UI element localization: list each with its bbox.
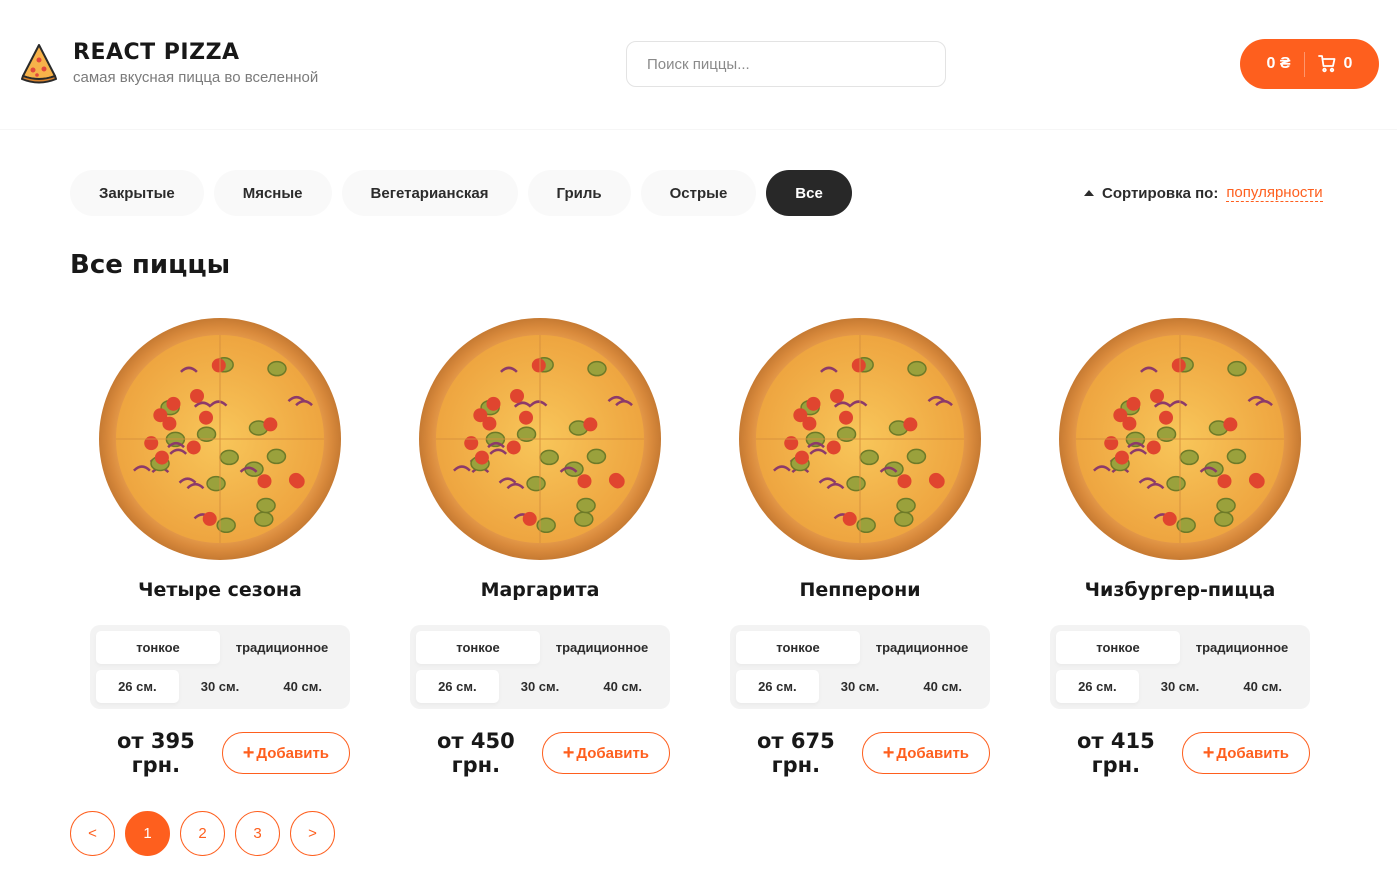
category-closed[interactable]: Закрытые bbox=[70, 170, 204, 216]
pizza-title: Чизбургер-пицца bbox=[1084, 579, 1276, 601]
pizza-options: тонкое традиционное 26 см. 30 см. 40 см. bbox=[410, 625, 670, 709]
pizza-card: Четыре сезона тонкое традиционное 26 см. 3… bbox=[90, 315, 350, 777]
dough-type-option[interactable]: тонкое bbox=[416, 631, 540, 664]
category-all[interactable]: Все bbox=[766, 170, 852, 216]
page-2[interactable]: 2 bbox=[180, 811, 225, 856]
pizza-price: от 675 грн. bbox=[756, 729, 835, 777]
search-input[interactable]: Поиск пиццы... bbox=[626, 41, 946, 87]
header: REACT PIZZA самая вкусная пицца во вселе… bbox=[0, 0, 1397, 130]
category-vegetarian[interactable]: Вегетарианская bbox=[341, 170, 518, 216]
pizza-title: Маргарита bbox=[480, 579, 600, 601]
pizza-options: тонкое традиционное 26 см. 30 см. 40 см. bbox=[730, 625, 990, 709]
size-option[interactable]: 26 см. bbox=[96, 670, 179, 703]
size-option[interactable]: 40 см. bbox=[901, 670, 984, 703]
sort-value[interactable]: популярности bbox=[1226, 184, 1323, 202]
sort-label: Сортировка по: bbox=[1102, 184, 1219, 202]
categories: Закрытые Мясные Вегетарианская Гриль Ост… bbox=[70, 170, 862, 216]
pizza-image bbox=[99, 318, 341, 560]
size-option[interactable]: 30 см. bbox=[1139, 670, 1222, 703]
page-1[interactable]: 1 bbox=[125, 811, 170, 856]
dough-type-option[interactable]: традиционное bbox=[540, 631, 664, 664]
size-option[interactable]: 40 см. bbox=[261, 670, 344, 703]
category-spicy[interactable]: Острые bbox=[640, 170, 757, 216]
dough-type-option[interactable]: тонкое bbox=[1056, 631, 1180, 664]
size-option[interactable]: 26 см. bbox=[416, 670, 499, 703]
plus-icon: + bbox=[882, 741, 895, 764]
size-option[interactable]: 40 см. bbox=[1221, 670, 1304, 703]
sort-arrow-icon bbox=[1084, 190, 1094, 196]
pizza-title: Пепперони bbox=[799, 579, 921, 601]
add-to-cart-button[interactable]: + Добавить bbox=[541, 732, 670, 774]
add-to-cart-label: Добавить bbox=[576, 744, 650, 762]
cart-divider bbox=[1303, 51, 1305, 77]
cart-icon bbox=[1317, 55, 1335, 73]
dough-type-option[interactable]: тонкое bbox=[96, 631, 220, 664]
dough-type-option[interactable]: традиционное bbox=[1180, 631, 1304, 664]
size-option[interactable]: 26 см. bbox=[736, 670, 819, 703]
pagination: < 1 2 3 > bbox=[70, 811, 345, 856]
pizza-price: от 395 грн. bbox=[116, 729, 195, 777]
sort: Сортировка по: популярности bbox=[1084, 184, 1323, 202]
pizza-card: Маргарита тонкое традиционное 26 см. 30 см… bbox=[410, 315, 670, 777]
pizza-title: Четыре сезона bbox=[138, 579, 302, 601]
cart-price: 0 ₴ bbox=[1266, 55, 1291, 72]
cart-count: 0 bbox=[1343, 55, 1353, 72]
page-3[interactable]: 3 bbox=[235, 811, 280, 856]
add-to-cart-button[interactable]: + Добавить bbox=[861, 732, 990, 774]
category-meat[interactable]: Мясные bbox=[213, 170, 332, 216]
page-next[interactable]: > bbox=[290, 811, 335, 856]
size-option[interactable]: 26 см. bbox=[1056, 670, 1139, 703]
pizza-options: тонкое традиционное 26 см. 30 см. 40 см. bbox=[1050, 625, 1310, 709]
logo[interactable]: REACT PIZZA самая вкусная пицца во вселе… bbox=[20, 40, 318, 86]
pizza-price: от 415 грн. bbox=[1076, 729, 1155, 777]
pizza-image bbox=[739, 318, 981, 560]
add-to-cart-button[interactable]: + Добавить bbox=[1181, 732, 1310, 774]
pizza-card: Чизбургер-пицца тонкое традиционное 26 см… bbox=[1050, 315, 1310, 777]
pizza-options: тонкое традиционное 26 см. 30 см. 40 см. bbox=[90, 625, 350, 709]
page-title: Все пиццы bbox=[70, 250, 231, 280]
logo-subtitle: самая вкусная пицца во вселенной bbox=[73, 69, 319, 86]
cart-button[interactable]: 0 ₴ 0 bbox=[1240, 39, 1379, 89]
add-to-cart-label: Добавить bbox=[1216, 744, 1290, 762]
plus-icon: + bbox=[242, 741, 255, 764]
size-option[interactable]: 30 см. bbox=[179, 670, 262, 703]
add-to-cart-label: Добавить bbox=[256, 744, 330, 762]
add-to-cart-button[interactable]: + Добавить bbox=[221, 732, 350, 774]
pizza-image bbox=[419, 318, 661, 560]
category-grill[interactable]: Гриль bbox=[527, 170, 631, 216]
size-option[interactable]: 40 см. bbox=[581, 670, 664, 703]
dough-type-option[interactable]: традиционное bbox=[860, 631, 984, 664]
dough-type-option[interactable]: традиционное bbox=[220, 631, 344, 664]
pizza-image bbox=[1059, 318, 1301, 560]
page-prev[interactable]: < bbox=[70, 811, 115, 856]
pizza-price: от 450 грн. bbox=[436, 729, 515, 777]
plus-icon: + bbox=[1202, 741, 1215, 764]
pizza-card: Пепперони тонкое традиционное 26 см. 30 см… bbox=[730, 315, 990, 777]
pizza-logo-icon bbox=[21, 44, 57, 84]
size-option[interactable]: 30 см. bbox=[819, 670, 902, 703]
dough-type-option[interactable]: тонкое bbox=[736, 631, 860, 664]
size-option[interactable]: 30 см. bbox=[499, 670, 582, 703]
logo-title: REACT PIZZA bbox=[73, 40, 240, 65]
plus-icon: + bbox=[562, 741, 575, 764]
add-to-cart-label: Добавить bbox=[896, 744, 970, 762]
